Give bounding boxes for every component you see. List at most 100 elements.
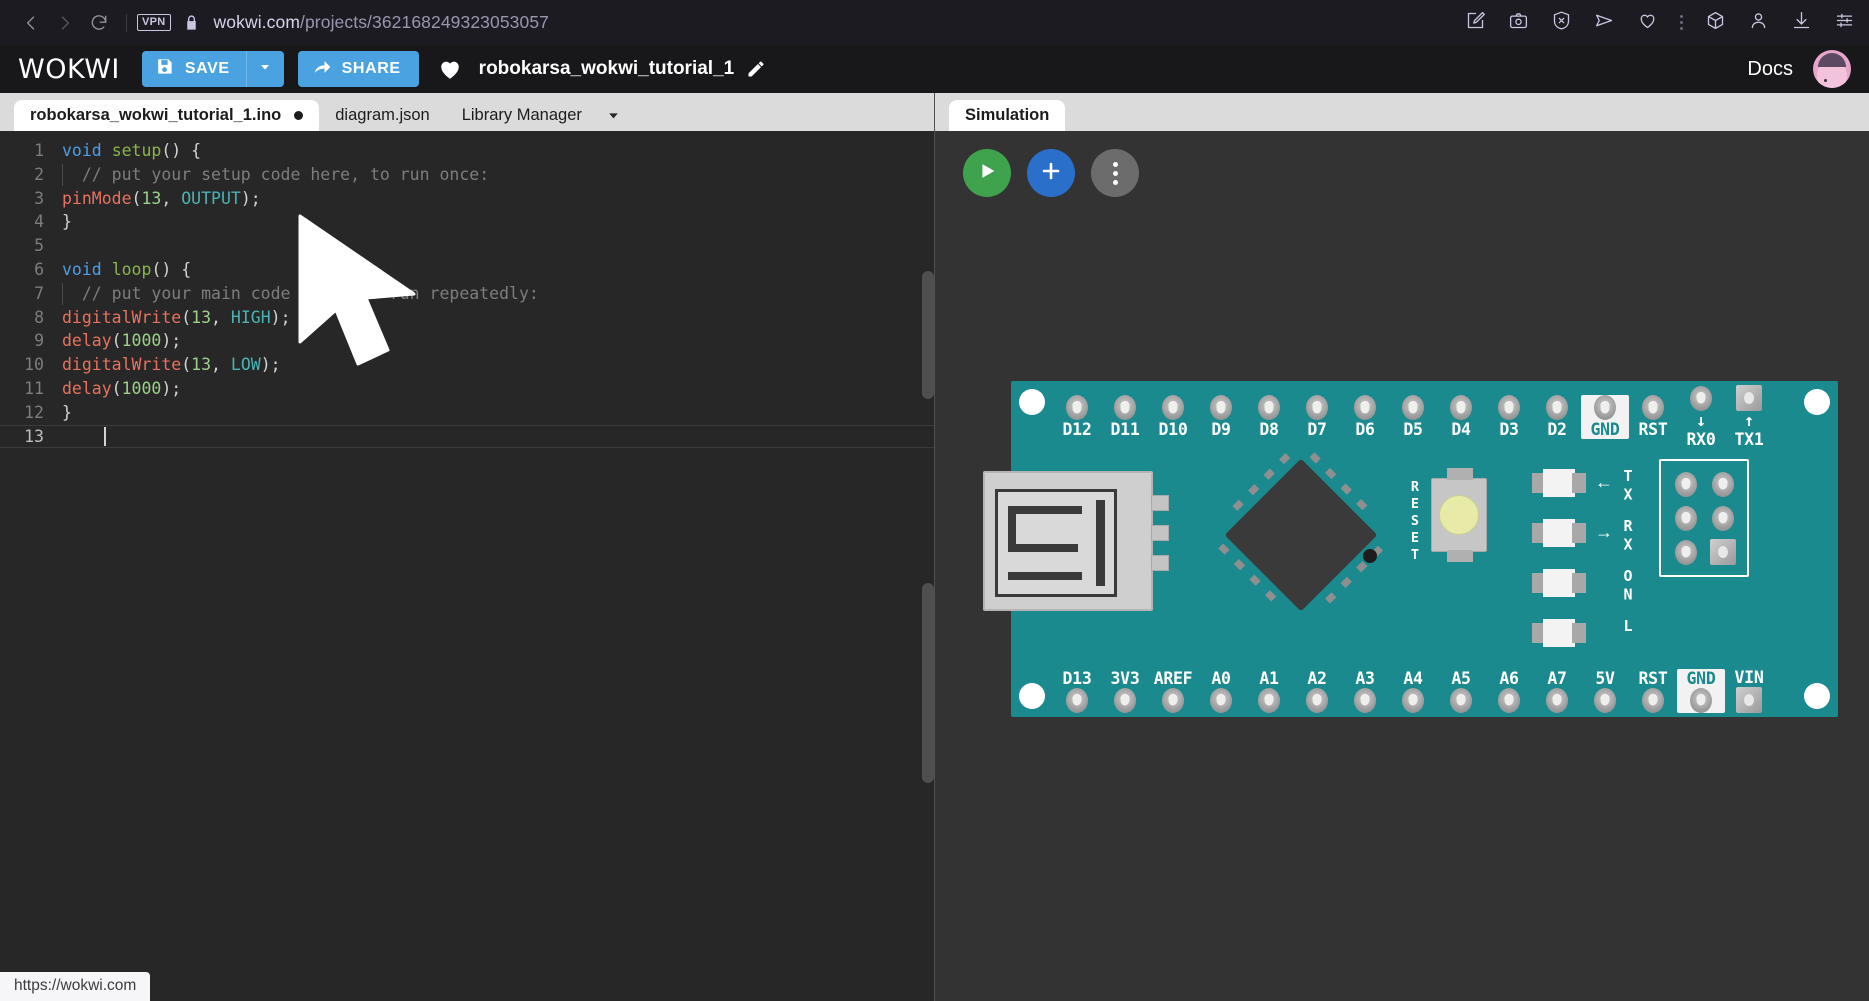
board-pin-A4[interactable]: A4 [1389, 669, 1437, 713]
camera-icon[interactable] [1508, 10, 1529, 36]
board-pin-D11[interactable]: D11 [1101, 395, 1149, 439]
board-pin-D9[interactable]: D9 [1197, 395, 1245, 439]
vpn-badge[interactable]: VPN [137, 14, 171, 31]
board-pin-GND[interactable]: GND [1581, 395, 1629, 439]
icsp-pin[interactable] [1711, 505, 1734, 531]
add-part-button[interactable] [1027, 149, 1075, 197]
back-button[interactable] [14, 6, 48, 40]
pencil-icon[interactable] [746, 59, 766, 79]
pin-hole[interactable] [1114, 687, 1136, 713]
board-pin-A0[interactable]: A0 [1197, 669, 1245, 713]
download-icon[interactable] [1791, 10, 1812, 36]
pin-hole[interactable] [1066, 687, 1088, 713]
board-pin-A6[interactable]: A6 [1485, 669, 1533, 713]
pin-hole[interactable] [1594, 395, 1616, 420]
pin-hole[interactable] [1498, 687, 1520, 713]
editor-scrollbar-thumb-lower[interactable] [922, 583, 934, 783]
board-pin-D8[interactable]: D8 [1245, 395, 1293, 439]
pin-hole[interactable] [1306, 395, 1328, 420]
tab-simulation[interactable]: Simulation [949, 100, 1066, 131]
overflow-dots-icon[interactable] [1680, 15, 1683, 30]
board-pin-A1[interactable]: A1 [1245, 669, 1293, 713]
board-pin-[interactable]: ↑ TX1 [1725, 385, 1773, 449]
board-pin-RST[interactable]: RST [1629, 669, 1677, 713]
board-pin-D3[interactable]: D3 [1485, 395, 1533, 439]
icsp-pin-1[interactable] [1709, 539, 1736, 565]
favorite-button[interactable] [437, 56, 463, 82]
pin-hole[interactable] [1736, 385, 1762, 411]
simulation-canvas[interactable]: D12 D11 D10 D9 D8 D7 D6 D5 D4 D3 D2 GND RST ↓ RX0 ↑ TX1 … [935, 131, 1869, 1001]
lock-icon[interactable] [183, 14, 200, 31]
board-pin-GND[interactable]: GND [1677, 668, 1725, 713]
board-pin-5V[interactable]: 5V [1581, 669, 1629, 713]
save-button[interactable]: SAVE [141, 51, 246, 87]
board-pin-D2[interactable]: D2 [1533, 395, 1581, 439]
pin-hole[interactable] [1162, 687, 1184, 713]
account-icon[interactable] [1748, 10, 1769, 36]
share-button[interactable]: SHARE [297, 51, 419, 87]
pin-hole[interactable] [1402, 395, 1424, 420]
pin-hole[interactable] [1594, 687, 1616, 713]
avatar[interactable] [1813, 50, 1851, 88]
pin-hole[interactable] [1546, 687, 1568, 713]
bottom-pin-header[interactable]: D13 3V3 AREF A0 A1 A2 A3 A4 A5 A6 A7 5V RST GND VIN [1053, 668, 1773, 713]
board-pin-A5[interactable]: A5 [1437, 669, 1485, 713]
pin-hole[interactable] [1402, 687, 1424, 713]
more-options-button[interactable] [1091, 149, 1139, 197]
board-pin-[interactable]: ↓ RX0 [1677, 385, 1725, 449]
tabs-overflow-button[interactable] [598, 100, 630, 131]
board-pin-D10[interactable]: D10 [1149, 395, 1197, 439]
heart-icon[interactable] [1637, 10, 1658, 36]
board-pin-VIN[interactable]: VIN [1725, 668, 1773, 713]
save-dropdown-button[interactable] [245, 51, 284, 87]
pin-hole[interactable] [1546, 395, 1568, 420]
wokwi-logo[interactable]: WOKWI [18, 54, 120, 85]
reload-button[interactable] [82, 6, 116, 40]
board-pin-A7[interactable]: A7 [1533, 669, 1581, 713]
board-pin-AREF[interactable]: AREF [1149, 669, 1197, 713]
address-bar[interactable]: wokwi.com/projects/362168249323053057 [214, 12, 549, 33]
pin-hole[interactable] [1162, 395, 1184, 420]
icsp-pin[interactable] [1674, 505, 1697, 531]
board-pin-RST[interactable]: RST [1629, 395, 1677, 439]
pin-hole[interactable] [1258, 395, 1280, 420]
pin-hole[interactable] [1354, 687, 1376, 713]
blocked-circle-icon[interactable] [1551, 10, 1572, 36]
pin-hole[interactable] [1642, 395, 1664, 420]
board-pin-D7[interactable]: D7 [1293, 395, 1341, 439]
pin-hole[interactable] [1450, 687, 1472, 713]
top-pin-header[interactable]: D12 D11 D10 D9 D8 D7 D6 D5 D4 D3 D2 GND RST ↓ RX0 ↑ TX1 [1053, 385, 1773, 449]
pin-hole[interactable] [1210, 687, 1232, 713]
board-pin-D4[interactable]: D4 [1437, 395, 1485, 439]
icsp-pin[interactable] [1674, 471, 1697, 497]
settings-sliders-icon[interactable] [1834, 10, 1855, 36]
reset-button[interactable] [1431, 468, 1487, 562]
editor-scrollbar-thumb-upper[interactable] [922, 271, 934, 399]
pin-hole[interactable] [1306, 687, 1328, 713]
pin-hole[interactable] [1114, 395, 1136, 420]
pin-hole[interactable] [1690, 687, 1712, 713]
pin-hole[interactable] [1690, 385, 1712, 411]
pin-hole[interactable] [1354, 395, 1376, 420]
pin-hole[interactable] [1736, 687, 1762, 713]
board-pin-D13[interactable]: D13 [1053, 669, 1101, 713]
board-pin-D12[interactable]: D12 [1053, 395, 1101, 439]
board-pin-D5[interactable]: D5 [1389, 395, 1437, 439]
pin-hole[interactable] [1498, 395, 1520, 420]
board-pin-D6[interactable]: D6 [1341, 395, 1389, 439]
code-editor[interactable]: 1 void setup() {2 // put your setup code … [0, 131, 934, 1001]
forward-button[interactable] [48, 6, 82, 40]
pin-hole[interactable] [1066, 395, 1088, 420]
icsp-header[interactable] [1659, 459, 1749, 577]
icsp-pin[interactable] [1674, 539, 1697, 565]
bookmark-edit-icon[interactable] [1465, 10, 1486, 36]
arduino-nano-board[interactable]: D12 D11 D10 D9 D8 D7 D6 D5 D4 D3 D2 GND RST ↓ RX0 ↑ TX1 … [983, 381, 1838, 717]
tab-sketch-ino[interactable]: robokarsa_wokwi_tutorial_1.ino [14, 100, 320, 131]
pin-hole[interactable] [1258, 687, 1280, 713]
board-pin-3V3[interactable]: 3V3 [1101, 669, 1149, 713]
send-icon[interactable] [1594, 10, 1615, 36]
pin-hole[interactable] [1210, 395, 1232, 420]
board-pin-A2[interactable]: A2 [1293, 669, 1341, 713]
play-button[interactable] [963, 149, 1011, 197]
tab-library-manager[interactable]: Library Manager [446, 100, 598, 131]
